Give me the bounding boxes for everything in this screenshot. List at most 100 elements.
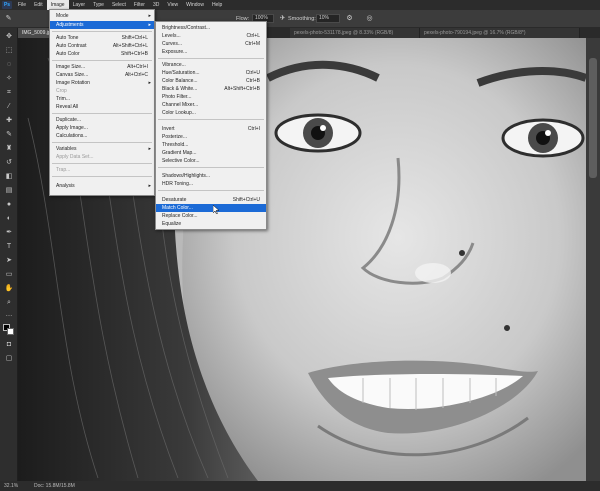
history-brush-icon[interactable]: ↺	[3, 158, 15, 168]
menu-help[interactable]: Help	[208, 0, 226, 10]
menu-item-invert[interactable]: Invert Ctrl+I	[156, 125, 266, 133]
menu-item-hdr-toning[interactable]: HDR Toning...	[156, 180, 266, 188]
menu-item-equalize[interactable]: Equalize	[156, 220, 266, 228]
menu-item-auto-tone[interactable]: Auto Tone Shift+Ctrl+L	[50, 34, 154, 42]
menu-item-color-balance[interactable]: Color Balance... Ctrl+B	[156, 77, 266, 85]
menu-item-hue-saturation[interactable]: Hue/Saturation... Ctrl+U	[156, 69, 266, 77]
more-tools-icon[interactable]: …	[3, 310, 15, 320]
type-tool-icon[interactable]: T	[3, 242, 15, 252]
submenu-arrow-icon: ▸	[148, 183, 151, 189]
brush-tool-icon[interactable]: ✎	[3, 130, 15, 140]
menu-edit[interactable]: Edit	[30, 0, 47, 10]
menu-item-duplicate[interactable]: Duplicate...	[50, 116, 154, 124]
menu-item-label: Duplicate...	[56, 117, 82, 123]
menu-item-exposure[interactable]: Exposure...	[156, 48, 266, 56]
menu-item-shadows-highlights[interactable]: Shadows/Highlights...	[156, 172, 266, 180]
brush-tool-icon[interactable]: ✎	[4, 14, 13, 23]
menu-separator	[52, 163, 152, 164]
clone-stamp-icon[interactable]: ♜	[3, 144, 15, 154]
menu-item-variables[interactable]: Variables ▸	[50, 145, 154, 153]
menu-item-label: Match Color...	[162, 205, 193, 211]
menu-item-apply-data-set: Apply Data Set...	[50, 153, 154, 161]
screen-mode-icon[interactable]: ▢	[3, 354, 15, 364]
blur-tool-icon[interactable]: ●	[3, 200, 15, 210]
marquee-tool-icon[interactable]: ⬚	[3, 46, 15, 56]
menu-item-threshold[interactable]: Threshold...	[156, 141, 266, 149]
tab-pexels-531178[interactable]: pexels-photo-531178.jpeg @ 8.33% (RGB/8)	[290, 28, 420, 38]
airbrush-icon[interactable]: ✈	[278, 14, 287, 23]
adjustments-submenu: Brightness/Contrast... Levels... Ctrl+L C…	[155, 21, 267, 230]
menu-item-crop: Crop	[50, 87, 154, 95]
menu-item-mode[interactable]: Mode ▸	[50, 12, 154, 20]
menu-file[interactable]: File	[14, 0, 30, 10]
menu-view[interactable]: View	[163, 0, 182, 10]
shape-tool-icon[interactable]: ▭	[3, 270, 15, 280]
menu-shortcut: Shift+Ctrl+B	[121, 51, 148, 57]
menu-item-calculations[interactable]: Calculations...	[50, 132, 154, 140]
menu-item-label: Photo Filter...	[162, 94, 192, 100]
menu-item-image-size[interactable]: Image Size... Alt+Ctrl+I	[50, 63, 154, 71]
menu-separator	[52, 113, 152, 114]
hand-tool-icon[interactable]: ✋	[3, 284, 15, 294]
eyedropper-tool-icon[interactable]: ⁄	[3, 102, 15, 112]
menu-item-selective-color[interactable]: Selective Color...	[156, 157, 266, 165]
menu-item-color-lookup[interactable]: Color Lookup...	[156, 109, 266, 117]
menu-item-match-color[interactable]: Match Color...	[156, 204, 266, 212]
eraser-tool-icon[interactable]: ◧	[3, 172, 15, 182]
lasso-tool-icon[interactable]: ◌	[3, 60, 15, 70]
menu-item-label: Reveal All	[56, 104, 79, 110]
menu-shortcut: Ctrl+B	[245, 78, 260, 84]
menu-shortcut: Alt+Shift+Ctrl+L	[112, 43, 148, 49]
smoothing-input[interactable]: 10%	[316, 14, 340, 23]
menu-item-brightness-contrast[interactable]: Brightness/Contrast...	[156, 24, 266, 32]
menu-item-posterize[interactable]: Posterize...	[156, 133, 266, 141]
menu-item-label: Canvas Size...	[56, 72, 89, 78]
pen-tool-icon[interactable]: ✒	[3, 228, 15, 238]
menu-item-label: Calculations...	[56, 133, 88, 139]
dodge-tool-icon[interactable]: ◐	[3, 214, 15, 224]
vertical-scrollbar[interactable]	[586, 38, 600, 481]
menu-item-adjustments[interactable]: Adjustments ▸	[50, 21, 154, 29]
gradient-tool-icon[interactable]: ▤	[3, 186, 15, 196]
menu-item-levels[interactable]: Levels... Ctrl+L	[156, 32, 266, 40]
status-bar: 32.1% Doc: 15.8M/15.8M	[0, 481, 600, 491]
gear-icon[interactable]: ⚙	[345, 14, 354, 23]
menu-item-vibrance[interactable]: Vibrance...	[156, 61, 266, 69]
scrollbar-thumb[interactable]	[589, 58, 597, 178]
crop-tool-icon[interactable]: ⌗	[3, 88, 15, 98]
tab-pexels-790194[interactable]: pexels-photo-790194.jpeg @ 16.7% (RGB/8*…	[420, 28, 580, 38]
menu-item-apply-image[interactable]: Apply Image...	[50, 124, 154, 132]
menu-item-black-white[interactable]: Black & White... Alt+Shift+Ctrl+B	[156, 85, 266, 93]
menu-item-channel-mixer[interactable]: Channel Mixer...	[156, 101, 266, 109]
menu-item-replace-color[interactable]: Replace Color...	[156, 212, 266, 220]
menu-separator	[158, 190, 264, 191]
pressure-icon[interactable]: ◎	[365, 14, 374, 23]
menu-item-analysis[interactable]: Analysis ▸	[50, 182, 154, 190]
menu-item-label: Exposure...	[162, 49, 188, 55]
menu-item-desaturate[interactable]: Desaturate Shift+Ctrl+U	[156, 196, 266, 204]
mouse-pointer-icon	[213, 205, 219, 214]
zoom-level[interactable]: 32.1%	[4, 481, 18, 491]
quick-select-tool-icon[interactable]: ✧	[3, 74, 15, 84]
menu-item-curves[interactable]: Curves... Ctrl+M	[156, 40, 266, 48]
menu-item-trim[interactable]: Trim...	[50, 95, 154, 103]
menu-item-label: Vibrance...	[162, 62, 186, 68]
menu-item-auto-contrast[interactable]: Auto Contrast Alt+Shift+Ctrl+L	[50, 42, 154, 50]
background-color-swatch[interactable]	[7, 328, 14, 335]
menu-item-label: Curves...	[162, 41, 183, 47]
menu-window[interactable]: Window	[182, 0, 208, 10]
move-tool-icon[interactable]: ✥	[3, 32, 15, 42]
menu-item-reveal-all[interactable]: Reveal All	[50, 103, 154, 111]
menu-item-auto-color[interactable]: Auto Color Shift+Ctrl+B	[50, 50, 154, 58]
path-select-icon[interactable]: ➤	[3, 256, 15, 266]
submenu-arrow-icon: ▸	[148, 146, 151, 152]
quick-mask-icon[interactable]: ◘	[3, 340, 15, 350]
menu-item-photo-filter[interactable]: Photo Filter...	[156, 93, 266, 101]
zoom-tool-icon[interactable]: ⌕	[3, 298, 15, 308]
menu-item-label: Auto Contrast	[56, 43, 87, 49]
menu-item-canvas-size[interactable]: Canvas Size... Alt+Ctrl+C	[50, 71, 154, 79]
menu-item-label: Trim...	[56, 96, 70, 102]
healing-brush-icon[interactable]: ✚	[3, 116, 15, 126]
menu-item-gradient-map[interactable]: Gradient Map...	[156, 149, 266, 157]
menu-item-image-rotation[interactable]: Image Rotation ▸	[50, 79, 154, 87]
